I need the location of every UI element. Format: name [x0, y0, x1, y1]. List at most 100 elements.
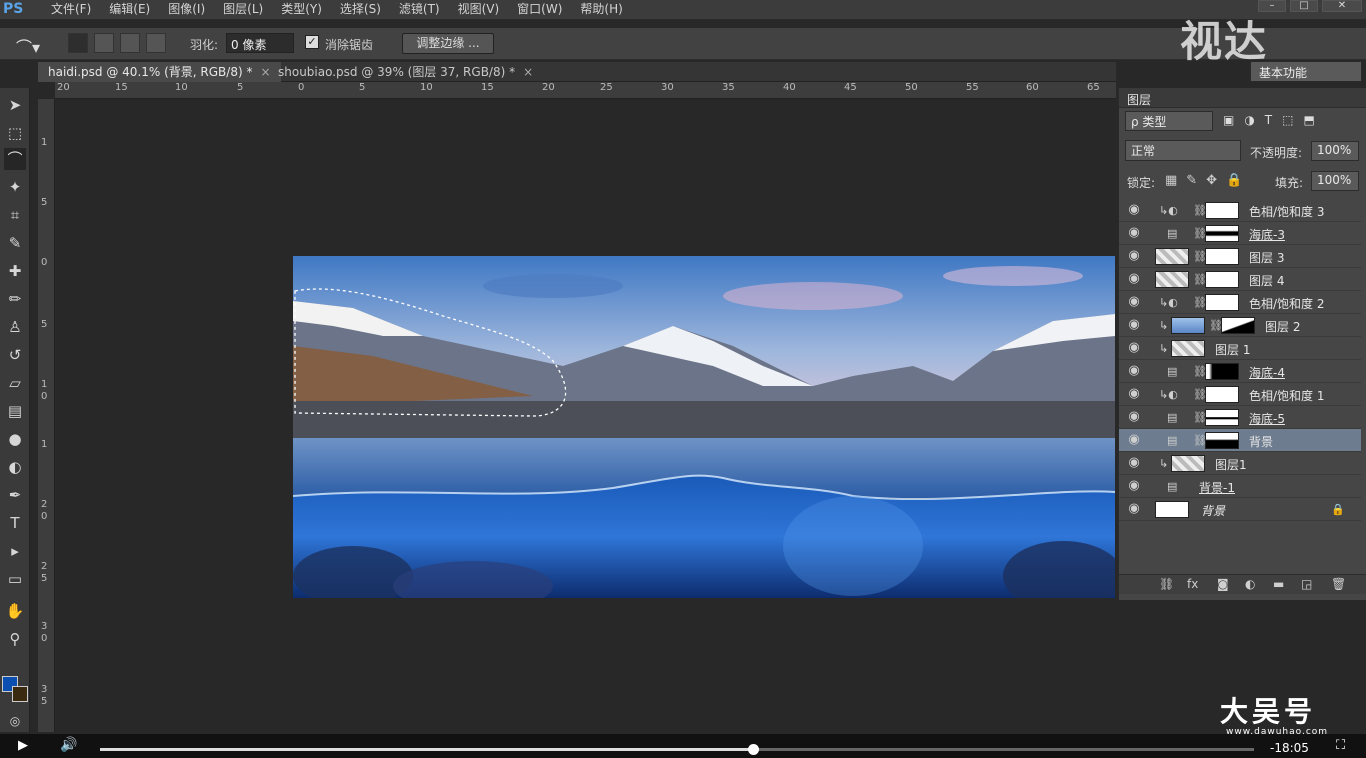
eraser-tool-icon[interactable]: ▱ [4, 372, 26, 394]
layer-row[interactable]: ◉ ↳ 图层1 [1119, 452, 1361, 475]
tab-shoubiao[interactable]: shoubiao.psd @ 39% (图层 37, RGB/8) * × [268, 62, 543, 82]
menu-layer[interactable]: 图层(L) [214, 0, 272, 20]
eyedropper-tool-icon[interactable]: ✎ [4, 232, 26, 254]
eye-icon[interactable]: ◉ [1127, 203, 1141, 217]
add-to-selection-icon[interactable] [94, 33, 114, 53]
clone-stamp-tool-icon[interactable]: ♙ [4, 316, 26, 338]
menu-view[interactable]: 视图(V) [449, 0, 509, 20]
menu-help[interactable]: 帮助(H) [571, 0, 631, 20]
new-layer-icon[interactable]: ◲ [1301, 577, 1312, 591]
menu-select[interactable]: 选择(S) [331, 0, 390, 20]
layer-row[interactable]: ◉ ▤ ⛓ 海底-3 [1119, 222, 1361, 245]
eye-icon[interactable]: ◉ [1127, 502, 1141, 516]
crop-tool-icon[interactable]: ⌗ [4, 204, 26, 226]
filter-icons[interactable]: ▣◑T⬚⬒ [1223, 113, 1325, 127]
eye-icon[interactable]: ◉ [1127, 318, 1141, 332]
adjustment-layer-icon[interactable]: ◐ [1245, 577, 1255, 591]
new-group-icon[interactable]: ▬ [1273, 577, 1284, 591]
quick-selection-tool-icon[interactable]: ✦ [4, 176, 26, 198]
layer-row[interactable]: ◉ ↳ ⛓ 图层 2 [1119, 314, 1361, 337]
ruler-tick: 45 [844, 82, 857, 93]
new-selection-icon[interactable] [68, 33, 88, 53]
video-progress-knob[interactable] [748, 744, 760, 755]
ruler-tick: 2 [41, 561, 48, 572]
lasso-tool-preset-icon[interactable]: ⌒▾ [16, 34, 40, 58]
lasso-tool-icon[interactable]: ⌒ [4, 148, 26, 170]
dodge-tool-icon[interactable]: ◐ [4, 456, 26, 478]
layer-row[interactable]: ◉ 背景 🔒 [1119, 498, 1361, 521]
menu-edit[interactable]: 编辑(E) [100, 0, 159, 20]
layer-row[interactable]: ◉ ↳◐ ⛓ 色相/饱和度 3 [1119, 199, 1361, 222]
eye-icon[interactable]: ◉ [1127, 364, 1141, 378]
delete-layer-icon[interactable]: 🗑 [1331, 577, 1346, 591]
layer-row[interactable]: ◉ ▤ ⛓ 海底-5 [1119, 406, 1361, 429]
antialias-checkbox[interactable]: ✓ [305, 35, 319, 49]
ruler-tick: 10 [420, 82, 433, 93]
eye-icon[interactable]: ◉ [1127, 433, 1141, 447]
opacity-input[interactable]: 100% [1311, 141, 1359, 161]
fullscreen-icon[interactable]: ⛶ [1336, 738, 1345, 753]
layer-row[interactable]: ◉ ▤ 背景-1 [1119, 475, 1361, 498]
layer-row[interactable]: ◉ ↳◐ ⛓ 色相/饱和度 1 [1119, 383, 1361, 406]
quick-mask-icon[interactable]: ◎ [4, 710, 26, 732]
fill-input[interactable]: 100% [1311, 171, 1359, 191]
layer-row[interactable]: ◉ ↳◐ ⛓ 色相/饱和度 2 [1119, 291, 1361, 314]
blur-tool-icon[interactable]: ● [4, 428, 26, 450]
feather-input[interactable]: 0 像素 [226, 33, 294, 53]
link-layers-icon[interactable]: ⛓ [1159, 577, 1174, 591]
refine-edge-button[interactable]: 调整边缘 ... [402, 33, 494, 54]
hand-tool-icon[interactable]: ✋ [4, 600, 26, 622]
shape-tool-icon[interactable]: ▭ [4, 568, 26, 590]
eye-icon[interactable]: ◉ [1127, 387, 1141, 401]
subtract-from-selection-icon[interactable] [120, 33, 140, 53]
mask-thumbnail [1205, 202, 1239, 219]
video-progress-track[interactable] [100, 744, 1254, 755]
path-selection-tool-icon[interactable]: ▸ [4, 540, 26, 562]
video-controls: ▶ 🔊 -18:05 ⛶ [0, 734, 1366, 758]
eye-icon[interactable]: ◉ [1127, 479, 1141, 493]
move-tool-icon[interactable]: ➤ [4, 94, 26, 116]
eye-icon[interactable]: ◉ [1127, 341, 1141, 355]
menu-window[interactable]: 窗口(W) [508, 0, 571, 20]
eye-icon[interactable]: ◉ [1127, 410, 1141, 424]
layer-filter-select[interactable]: ρ 类型 [1125, 111, 1213, 131]
menu-type[interactable]: 类型(Y) [272, 0, 331, 20]
layer-row-selected[interactable]: ◉ ▤ ⛓ 背景 [1119, 429, 1361, 452]
ruler-tick: 60 [1026, 82, 1039, 93]
pen-tool-icon[interactable]: ✒ [4, 484, 26, 506]
brush-tool-icon[interactable]: ✏ [4, 288, 26, 310]
smart-object-icon: ▤ [1167, 480, 1178, 493]
eye-icon[interactable]: ◉ [1127, 272, 1141, 286]
restore-button[interactable]: □ [1290, 0, 1318, 12]
panel-title[interactable]: 图层 [1127, 91, 1151, 108]
layer-row[interactable]: ◉ ⛓ 图层 4 [1119, 268, 1361, 291]
healing-brush-tool-icon[interactable]: ✚ [4, 260, 26, 282]
eye-icon[interactable]: ◉ [1127, 456, 1141, 470]
zoom-tool-icon[interactable]: ⚲ [4, 628, 26, 650]
tab-haidi[interactable]: haidi.psd @ 40.1% (背景, RGB/8) * × [38, 62, 281, 82]
volume-icon[interactable]: 🔊 [60, 737, 77, 753]
eye-icon[interactable]: ◉ [1127, 226, 1141, 240]
layer-row[interactable]: ◉ ↳ 图层 1 [1119, 337, 1361, 360]
document-image[interactable] [293, 256, 1115, 598]
menu-filter[interactable]: 滤镜(T) [390, 0, 449, 20]
eye-icon[interactable]: ◉ [1127, 249, 1141, 263]
lock-icons[interactable]: ▦✎✥🔒 [1165, 173, 1251, 188]
layer-row[interactable]: ◉ ⛓ 图层 3 [1119, 245, 1361, 268]
background-color-swatch[interactable] [12, 686, 28, 702]
type-tool-icon[interactable]: T [4, 512, 26, 534]
add-mask-icon[interactable]: ◙ [1217, 577, 1229, 591]
marquee-tool-icon[interactable]: ⬚ [4, 122, 26, 144]
close-window-button[interactable]: ✕ [1322, 0, 1362, 12]
close-icon[interactable]: × [523, 65, 533, 79]
layer-row[interactable]: ◉ ▤ ⛓ 海底-4 [1119, 360, 1361, 383]
menu-image[interactable]: 图像(I) [159, 0, 214, 20]
fx-icon[interactable]: fx [1187, 577, 1198, 591]
history-brush-tool-icon[interactable]: ↺ [4, 344, 26, 366]
menu-file[interactable]: 文件(F) [42, 0, 100, 20]
intersect-selection-icon[interactable] [146, 33, 166, 53]
blend-mode-select[interactable]: 正常 [1125, 140, 1241, 161]
eye-icon[interactable]: ◉ [1127, 295, 1141, 309]
play-icon[interactable]: ▶ [18, 738, 28, 753]
gradient-tool-icon[interactable]: ▤ [4, 400, 26, 422]
